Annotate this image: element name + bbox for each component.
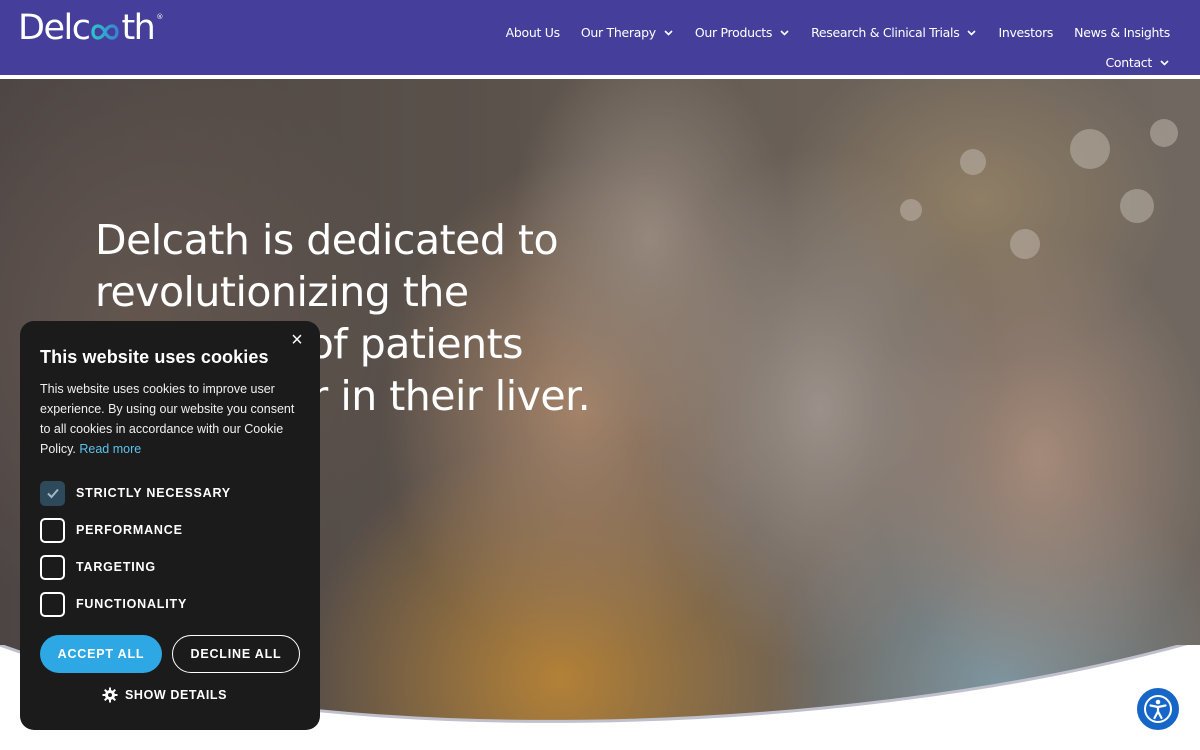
nav-label: Our Therapy: [580, 24, 656, 40]
nav-about-us[interactable]: About Us: [505, 22, 561, 42]
logo-infinity-icon: [91, 24, 120, 40]
checkbox-unchecked[interactable]: [40, 591, 65, 617]
checkbox-checked[interactable]: [40, 480, 65, 506]
nav-research-clinical-trials[interactable]: Research & Clinical Trials: [811, 22, 977, 42]
checkbox-unchecked[interactable]: [40, 517, 65, 543]
registered-mark: ®: [156, 13, 164, 21]
nav-label: Investors: [998, 24, 1054, 40]
cookie-option-performance[interactable]: PERFORMANCE: [40, 517, 183, 543]
nav-contact[interactable]: Contact: [1105, 52, 1170, 72]
nav-investors[interactable]: Investors: [998, 22, 1053, 42]
nav-label: About Us: [505, 24, 561, 40]
nav-our-therapy[interactable]: Our Therapy: [581, 22, 674, 42]
chevron-down-icon: [1160, 59, 1169, 66]
nav-label: Research & Clinical Trials: [811, 24, 960, 40]
accept-all-button[interactable]: ACCEPT ALL: [40, 635, 162, 673]
nav-our-products[interactable]: Our Products: [695, 22, 790, 42]
option-label: STRICTLY NECESSARY: [76, 486, 231, 500]
checkmark-icon: [46, 488, 59, 499]
read-more-link[interactable]: Read more: [79, 442, 141, 456]
chevron-down-icon: [664, 29, 673, 36]
gear-icon: [102, 687, 118, 703]
nav-label: News & Insights: [1074, 24, 1170, 40]
accessibility-button[interactable]: [1135, 686, 1181, 732]
cookie-option-strictly-necessary[interactable]: STRICTLY NECESSARY: [40, 480, 231, 506]
chevron-down-icon: [780, 29, 789, 36]
main-nav: About Us Our Therapy Our Products Resear…: [470, 22, 1171, 72]
cookie-option-functionality[interactable]: FUNCTIONALITY: [40, 591, 187, 617]
close-icon[interactable]: ×: [288, 330, 306, 350]
decline-all-button[interactable]: DECLINE ALL: [172, 635, 300, 673]
logo-text-end: th: [121, 8, 155, 48]
site-header: Delc th ® About Us Our Therapy Our Produ…: [0, 0, 1200, 75]
cookie-title: This website uses cookies: [40, 347, 269, 367]
checkbox-unchecked[interactable]: [40, 554, 65, 580]
logo-text-start: Delc: [18, 8, 91, 48]
show-details-button[interactable]: SHOW DETAILS: [102, 687, 227, 703]
nav-label: Contact: [1105, 54, 1152, 70]
cookie-consent-panel: × This website uses cookies This website…: [20, 321, 320, 730]
cookie-option-targeting[interactable]: TARGETING: [40, 554, 156, 580]
accessibility-person-icon: [1144, 695, 1172, 723]
cookie-description: This website uses cookies to improve use…: [40, 379, 306, 459]
option-label: TARGETING: [76, 560, 156, 574]
show-details-label: SHOW DETAILS: [125, 688, 228, 702]
option-label: PERFORMANCE: [76, 523, 183, 537]
chevron-down-icon: [967, 29, 977, 36]
option-label: FUNCTIONALITY: [76, 597, 188, 611]
nav-news-insights[interactable]: News & Insights: [1074, 22, 1170, 42]
nav-label: Our Products: [694, 24, 773, 40]
delcath-logo[interactable]: Delc th ®: [18, 8, 163, 48]
